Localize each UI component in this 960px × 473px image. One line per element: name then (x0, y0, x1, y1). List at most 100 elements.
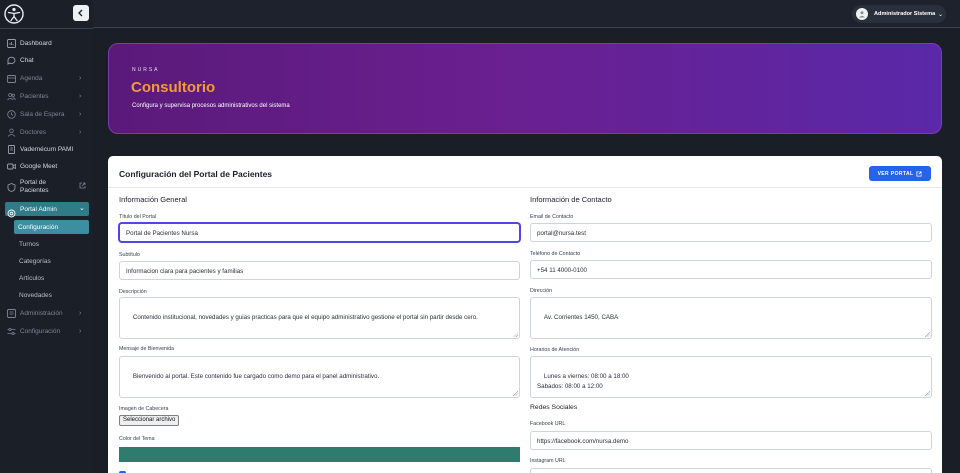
submenu-item-turnos[interactable]: Turnos (19, 241, 39, 248)
subtitulo-input[interactable]: Informacion clara para pacientes y famil… (119, 261, 520, 280)
telefono-field[interactable]: +54 11 4000-0100 (530, 260, 932, 279)
sidebar-item-label: Pacientes (20, 92, 49, 100)
doctor-icon (7, 128, 16, 137)
user-name: Administrador Sistema (874, 11, 936, 17)
hero-banner: NURSA Consultorio Configura y supervisa … (108, 43, 942, 134)
settings-card: Configuración del Portal de Pacientes VE… (108, 156, 942, 473)
page-subtitle: Configura y supervisa procesos administr… (132, 103, 290, 109)
card-title: Configuración del Portal de Pacientes (119, 169, 273, 179)
descripcion-text: Contenido institucional, novedades y gui… (132, 314, 478, 321)
hero-kicker: NURSA (132, 67, 160, 73)
submenu-item-categorias[interactable]: Categorías (19, 258, 51, 265)
card-divider (108, 187, 942, 188)
logo-icon[interactable] (4, 4, 24, 24)
direccion-text: Av. Corrientes 1450, CABA (543, 314, 619, 321)
horarios-label: Horarios de Atención (530, 347, 580, 353)
admin-icon (7, 308, 16, 318)
resize-handle-icon[interactable] (925, 391, 930, 396)
dashboard-icon (7, 38, 16, 48)
chevron-down-icon: ⌄ (79, 205, 85, 212)
video-icon (7, 162, 16, 171)
user-menu-button[interactable]: Administrador Sistema ⌄ (852, 5, 946, 23)
sidebar-item-label: Google Meet (20, 162, 58, 170)
theme-color-picker[interactable] (119, 447, 520, 462)
subtitulo-label: Subtítulo (119, 252, 140, 258)
instagram-label: Instagram URL (530, 458, 566, 464)
sidebar-item-label: Doctores (20, 128, 47, 136)
resize-handle-icon[interactable] (925, 332, 930, 337)
chevron-right-icon: › (79, 128, 82, 136)
external-link-icon (916, 170, 922, 177)
sidebar-item-label: Portal de Pacientes (20, 179, 49, 194)
sidebar-item-label: Vademécum PAMI (20, 145, 74, 153)
avatar (856, 8, 868, 20)
sidebar: Dashboard Chat Agenda › Pacientes › Sala… (0, 0, 93, 473)
facebook-label: Facebook URL (530, 421, 566, 427)
sidebar-item-agenda[interactable]: Agenda › (0, 70, 93, 86)
external-link-icon (79, 182, 86, 191)
user-icon (859, 11, 865, 18)
bienvenida-textarea[interactable]: Bienvenido al portal. Este contenido fue… (119, 356, 520, 398)
chevron-down-icon: ⌄ (938, 11, 944, 18)
sidebar-item-label: Chat (20, 56, 34, 64)
bienvenida-label: Mensaje de Bienvenida (119, 346, 175, 352)
direccion-textarea[interactable]: Av. Corrientes 1450, CABA (530, 297, 932, 339)
resize-handle-icon[interactable] (513, 332, 518, 337)
section-heading-general: Información General (119, 195, 187, 204)
bienvenida-text: Bienvenido al portal. Este contenido fue… (132, 373, 380, 380)
sidebar-item-administracion[interactable]: Administración › (0, 305, 93, 321)
sidebar-item-label: Sala de Espera (20, 110, 65, 118)
resize-handle-icon[interactable] (513, 391, 518, 396)
submenu-item-label: Configuración (18, 223, 59, 231)
telefono-label: Teléfono de Contacto (530, 251, 581, 257)
direccion-label: Dirección (530, 288, 553, 294)
chevron-right-icon: › (79, 110, 82, 118)
chevron-left-icon (78, 9, 83, 17)
email-field[interactable]: portal@nursa.test (530, 223, 932, 242)
horarios-textarea[interactable]: Lunes a viernes: 08:00 a 18:00 Sabados: … (530, 356, 932, 398)
sidebar-item-doctores[interactable]: Doctores › (0, 124, 93, 140)
facebook-field[interactable]: https://facebook.com/nursa.demo (530, 431, 932, 450)
calendar-icon (7, 74, 16, 83)
sidebar-item-pacientes[interactable]: Pacientes › (0, 88, 93, 104)
titulo-input[interactable]: Portal de Pacientes Nursa (119, 223, 520, 242)
imagen-label: Imagen de Cabecera (119, 406, 169, 412)
clock-icon (7, 109, 16, 119)
descripcion-textarea[interactable]: Contenido institucional, novedades y gui… (119, 297, 520, 339)
collapse-sidebar-button[interactable] (73, 5, 89, 21)
book-icon (7, 144, 16, 154)
sidebar-item-configuracion[interactable]: Configuración › (0, 323, 93, 339)
horarios-text: Lunes a viernes: 08:00 a 18:00 Sabados: … (537, 373, 629, 390)
top-bar: Administrador Sistema ⌄ (93, 0, 960, 28)
color-label: Color del Tema (119, 436, 155, 442)
portal-icon (7, 182, 16, 192)
sidebar-item-label: Configuración (20, 327, 61, 335)
ver-portal-label: VER PORTAL (877, 170, 914, 177)
sidebar-item-portal-de-pacientes[interactable]: Portal de Pacientes (0, 176, 93, 198)
sidebar-item-label: Agenda (20, 74, 43, 82)
users-icon (7, 92, 16, 101)
sidebar-item-dashboard[interactable]: Dashboard (0, 35, 93, 51)
file-select-button[interactable]: Seleccionar archivo (119, 415, 180, 426)
section-heading-redes: Redes Sociales (530, 404, 578, 411)
submenu-item-articulos[interactable]: Artículos (19, 275, 44, 282)
sidebar-item-sala-de-espera[interactable]: Sala de Espera › (0, 106, 93, 122)
sidebar-item-portal-admin[interactable]: Portal Admin ⌄ (5, 202, 89, 217)
sidebar-item-vademecum-pami[interactable]: Vademécum PAMI (0, 141, 93, 157)
descripcion-label: Descripción (119, 289, 147, 295)
sidebar-item-google-meet[interactable]: Google Meet (0, 158, 93, 174)
submenu-item-novedades[interactable]: Novedades (19, 292, 52, 299)
chevron-right-icon: › (79, 74, 82, 82)
instagram-field[interactable] (530, 468, 932, 473)
ver-portal-button[interactable]: VER PORTAL (869, 166, 931, 181)
chevron-right-icon: › (79, 327, 82, 335)
section-heading-contacto: Información de Contacto (530, 195, 612, 204)
sidebar-divider (0, 28, 93, 29)
submenu-item-configuracion[interactable]: Configuración (14, 220, 89, 234)
sidebar-item-label: Portal Admin (20, 205, 57, 213)
page-title: Consultorio (131, 79, 216, 96)
sidebar-item-chat[interactable]: Chat (0, 52, 93, 68)
email-label: Email de Contacto (530, 214, 574, 220)
sliders-icon (7, 327, 16, 336)
chat-icon (7, 56, 16, 65)
